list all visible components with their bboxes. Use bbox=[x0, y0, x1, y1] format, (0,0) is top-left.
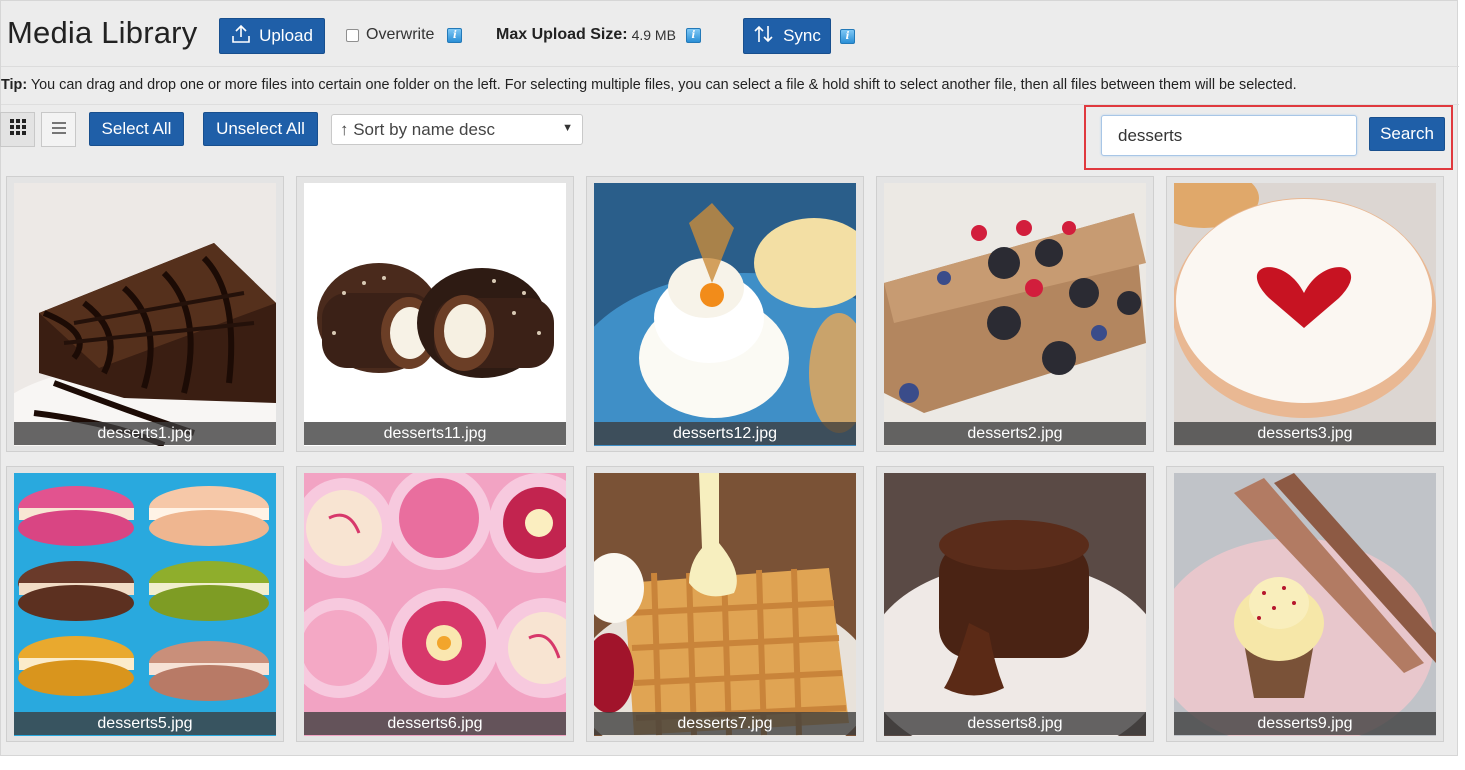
grid-icon bbox=[9, 119, 26, 140]
unselect-all-button[interactable]: Unselect All bbox=[203, 112, 318, 146]
sync-button[interactable]: Sync bbox=[743, 18, 831, 54]
overwrite-option: Overwrite i bbox=[346, 26, 463, 44]
upload-icon bbox=[231, 24, 251, 49]
media-item[interactable]: desserts3.jpg bbox=[1166, 176, 1444, 452]
file-name: desserts8.jpg bbox=[884, 712, 1146, 735]
overwrite-label: Overwrite bbox=[366, 26, 435, 43]
sort-select[interactable]: ↑ Sort by name desc ▼ bbox=[331, 114, 583, 145]
thumbnail-image bbox=[1174, 473, 1436, 736]
media-item[interactable]: desserts5.jpg bbox=[6, 466, 284, 742]
media-item[interactable]: desserts7.jpg bbox=[586, 466, 864, 742]
help-icon[interactable]: i bbox=[447, 27, 463, 43]
file-name: desserts1.jpg bbox=[14, 422, 276, 445]
sort-value: ↑ Sort by name desc bbox=[340, 119, 495, 139]
thumbnail-image bbox=[14, 473, 276, 736]
thumbnail-image bbox=[594, 183, 856, 446]
tip-label: Tip: bbox=[1, 77, 28, 93]
overwrite-checkbox[interactable] bbox=[346, 28, 359, 42]
list-icon bbox=[51, 121, 66, 139]
file-name: desserts3.jpg bbox=[1174, 422, 1436, 445]
tip-body: You can drag and drop one or more files … bbox=[27, 77, 1297, 93]
media-item[interactable]: desserts12.jpg bbox=[586, 176, 864, 452]
upload-label: Upload bbox=[259, 26, 313, 45]
file-name: desserts5.jpg bbox=[14, 712, 276, 735]
thumbnail-image bbox=[1174, 183, 1436, 446]
search-button[interactable]: Search bbox=[1369, 117, 1445, 151]
media-item[interactable]: desserts11.jpg bbox=[296, 176, 574, 452]
file-name: desserts11.jpg bbox=[304, 422, 566, 445]
thumbnail-image bbox=[884, 473, 1146, 736]
upload-button[interactable]: Upload bbox=[219, 18, 325, 54]
max-upload-label: Max Upload Size: bbox=[496, 26, 628, 43]
caret-down-icon: ▼ bbox=[562, 122, 573, 134]
help-icon[interactable]: i bbox=[685, 27, 701, 43]
search-input[interactable] bbox=[1101, 115, 1357, 156]
file-name: desserts2.jpg bbox=[884, 422, 1146, 445]
header-bar: Media Library Upload Overwrite i Max Upl… bbox=[1, 1, 1459, 67]
file-name: desserts12.jpg bbox=[594, 422, 856, 445]
file-name: desserts6.jpg bbox=[304, 712, 566, 735]
search-area: Search bbox=[1084, 105, 1453, 170]
page-title: Media Library bbox=[7, 15, 198, 50]
select-all-button[interactable]: Select All bbox=[89, 112, 184, 146]
media-item[interactable]: desserts8.jpg bbox=[876, 466, 1154, 742]
thumbnail-image bbox=[304, 183, 566, 446]
grid-view-button[interactable] bbox=[0, 112, 35, 147]
media-item[interactable]: desserts6.jpg bbox=[296, 466, 574, 742]
file-name: desserts9.jpg bbox=[1174, 712, 1436, 735]
sync-label: Sync bbox=[783, 26, 821, 45]
help-icon[interactable]: i bbox=[840, 29, 855, 44]
thumbnail-image bbox=[14, 183, 276, 446]
thumbnail-image bbox=[304, 473, 566, 736]
media-item[interactable]: desserts9.jpg bbox=[1166, 466, 1444, 742]
max-upload-info: Max Upload Size: 4.9 MB i bbox=[496, 26, 701, 44]
media-item[interactable]: desserts1.jpg bbox=[6, 176, 284, 452]
media-item[interactable]: desserts2.jpg bbox=[876, 176, 1154, 452]
list-view-button[interactable] bbox=[41, 112, 76, 147]
tip-text: Tip: You can drag and drop one or more f… bbox=[1, 77, 1297, 93]
thumbnail-image bbox=[594, 473, 856, 736]
media-library-panel: Media Library Upload Overwrite i Max Upl… bbox=[0, 0, 1459, 756]
sync-icon bbox=[753, 24, 775, 49]
max-upload-value: 4.9 MB bbox=[631, 27, 676, 43]
file-name: desserts7.jpg bbox=[594, 712, 856, 735]
thumbnail-image bbox=[884, 183, 1146, 446]
